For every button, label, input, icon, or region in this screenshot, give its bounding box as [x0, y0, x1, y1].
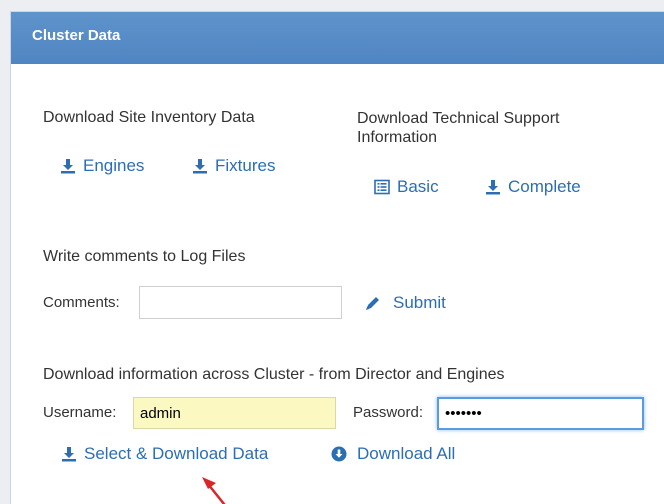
engines-download-link[interactable]: Engines	[60, 156, 144, 176]
select-download-data-label: Select & Download Data	[84, 444, 269, 463]
fixtures-label: Fixtures	[215, 156, 276, 175]
download-icon	[485, 179, 501, 195]
cluster-data-panel: Cluster Data Download Site Inventory Dat…	[10, 11, 664, 504]
circle-arrow-down-icon	[331, 446, 347, 462]
download-icon	[61, 446, 77, 462]
download-icon	[60, 158, 76, 174]
password-input[interactable]	[437, 397, 644, 430]
comments-input[interactable]	[139, 286, 342, 319]
complete-label: Complete	[508, 177, 581, 196]
download-all-link[interactable]: Download All	[331, 444, 455, 464]
logs-heading: Write comments to Log Files	[43, 248, 246, 265]
fixtures-download-link[interactable]: Fixtures	[192, 156, 275, 176]
cluster-heading: Download information across Cluster - fr…	[43, 366, 505, 383]
password-label: Password:	[353, 404, 424, 421]
panel-title: Cluster Data	[11, 12, 664, 64]
list-icon	[374, 179, 390, 195]
panel-body: Download Site Inventory Data Engines Fix…	[11, 64, 664, 504]
basic-download-link[interactable]: Basic	[374, 177, 439, 197]
inventory-heading: Download Site Inventory Data	[43, 109, 255, 126]
engines-label: Engines	[83, 156, 145, 175]
pencil-icon	[364, 294, 382, 312]
support-heading: Download Technical Support Information	[357, 110, 560, 146]
annotation-arrow-icon	[202, 477, 226, 504]
comments-label: Comments:	[43, 294, 120, 311]
basic-label: Basic	[397, 177, 439, 196]
username-input[interactable]	[133, 397, 336, 429]
submit-button[interactable]: Submit	[364, 293, 446, 313]
select-download-data-link[interactable]: Select & Download Data	[61, 444, 268, 464]
complete-download-link[interactable]: Complete	[485, 177, 581, 197]
username-label: Username:	[43, 404, 117, 421]
download-all-label: Download All	[357, 444, 456, 463]
download-icon	[192, 158, 208, 174]
submit-label: Submit	[393, 293, 446, 312]
